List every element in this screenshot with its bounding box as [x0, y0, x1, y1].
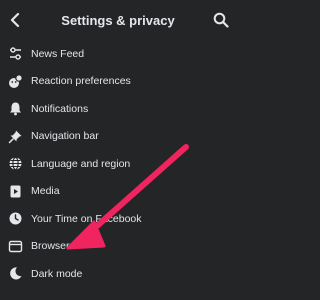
media-icon	[8, 184, 23, 199]
menu-item-label: Media	[31, 185, 60, 198]
menu-item-dark-mode[interactable]: Dark mode	[0, 260, 236, 288]
menu-item-label: Language and region	[31, 157, 131, 170]
menu-item-reaction-preferences[interactable]: Reaction preferences	[0, 68, 236, 96]
sliders-icon	[8, 46, 23, 61]
back-chevron-icon[interactable]	[6, 11, 24, 29]
menu-item-label: Browser	[31, 240, 70, 253]
menu-item-language-and-region[interactable]: Language and region	[0, 150, 236, 178]
menu-item-navigation-bar[interactable]: Navigation bar	[0, 123, 236, 151]
bell-icon	[8, 101, 23, 116]
menu-item-label: News Feed	[31, 47, 85, 60]
reaction-icon	[8, 73, 23, 89]
menu-item-news-feed[interactable]: News Feed	[0, 40, 236, 68]
menu-item-browser[interactable]: Browser	[0, 233, 236, 261]
menu-item-label: Reaction preferences	[31, 75, 131, 88]
settings-privacy-screen: Settings & privacy News Feed Reaction pr…	[0, 0, 236, 300]
moon-icon	[8, 266, 23, 281]
pin-icon	[8, 129, 23, 144]
menu-item-your-time-on-facebook[interactable]: Your Time on Facebook	[0, 205, 236, 233]
menu-item-label: Dark mode	[31, 267, 83, 280]
menu-item-notifications[interactable]: Notifications	[0, 95, 236, 123]
menu-item-label: Notifications	[31, 102, 89, 115]
settings-list: News Feed Reaction preferences Notificat…	[0, 40, 236, 288]
page-title: Settings & privacy	[61, 12, 175, 28]
header-bar: Settings & privacy	[0, 0, 236, 40]
browser-icon	[8, 239, 23, 254]
menu-item-media[interactable]: Media	[0, 178, 236, 206]
globe-icon	[8, 156, 23, 171]
clock-icon	[8, 211, 23, 226]
menu-item-label: Your Time on Facebook	[31, 212, 142, 225]
search-icon[interactable]	[212, 11, 230, 29]
menu-item-label: Navigation bar	[31, 130, 99, 143]
